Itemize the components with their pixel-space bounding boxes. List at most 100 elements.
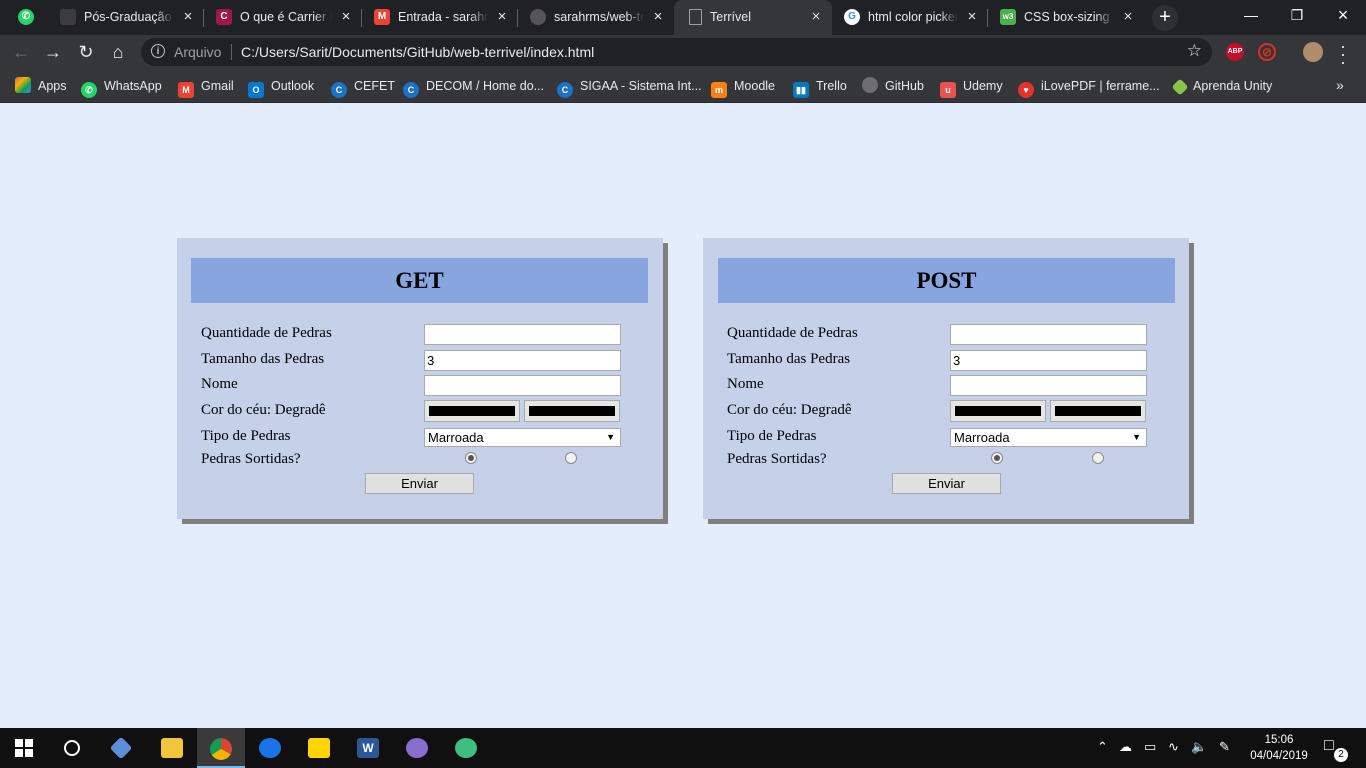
atom-icon[interactable] [442, 728, 490, 768]
blocked-icon[interactable]: ⊘ [1258, 43, 1276, 61]
onedrive-icon[interactable]: ☁ [1119, 739, 1132, 755]
bookmark-label: SIGAA - Sistema Int... [580, 79, 702, 93]
name-input[interactable] [424, 375, 621, 396]
size-input[interactable]: 3 [950, 350, 1147, 371]
whatsapp-icon: ✆ [81, 82, 97, 98]
sky-color-start-picker[interactable] [424, 400, 520, 422]
github-desktop-icon[interactable] [393, 728, 441, 768]
bookmark-star-icon[interactable]: ☆ [1187, 41, 1202, 61]
quantity-input[interactable] [424, 324, 621, 345]
submit-button[interactable]: Enviar [892, 473, 1001, 494]
assorted-no-radio[interactable] [1092, 452, 1104, 464]
sticky-notes-icon[interactable] [295, 728, 343, 768]
sky-color-end-picker[interactable] [1050, 400, 1146, 422]
close-tab-icon[interactable]: × [1120, 9, 1136, 25]
word-icon[interactable]: W [344, 728, 392, 768]
close-tab-icon[interactable]: × [338, 9, 354, 25]
w3schools-icon: w3 [1000, 9, 1016, 25]
sky-color-end-picker[interactable] [524, 400, 620, 422]
forward-arrow-icon[interactable]: → [41, 40, 65, 64]
menu-dots-icon[interactable]: · · · [1336, 37, 1350, 71]
atom-glyph [455, 738, 477, 758]
stone-type-select[interactable]: Marroada ▼ [950, 428, 1147, 447]
notifications-icon[interactable]: □ [1324, 737, 1334, 755]
close-window-button[interactable]: × [1320, 0, 1366, 32]
system-clock[interactable]: 15:06 04/04/2019 [1246, 732, 1312, 764]
file-explorer-icon[interactable] [148, 728, 196, 768]
assorted-yes-radio[interactable] [991, 452, 1003, 464]
back-arrow-icon[interactable]: ← [9, 40, 33, 64]
bookmark-gmail[interactable]: M Gmail [178, 77, 234, 98]
bookmark-github[interactable]: GitHub [862, 77, 924, 95]
bookmarks-overflow-icon[interactable]: » [1336, 77, 1344, 93]
decom-icon: C [403, 82, 419, 98]
whatsapp-icon: ✆ [18, 9, 34, 25]
adblock-plus-icon[interactable]: ABP [1226, 43, 1244, 61]
submit-button[interactable]: Enviar [365, 473, 474, 494]
bookmark-moodle[interactable]: m Moodle [711, 77, 775, 98]
avatar[interactable] [1303, 42, 1323, 62]
clock-date: 04/04/2019 [1250, 750, 1308, 762]
size-input[interactable]: 3 [424, 350, 621, 371]
bookmark-apps[interactable]: Apps [15, 77, 67, 95]
bookmark-decom[interactable]: C DECOM / Home do... [403, 77, 544, 98]
url-text[interactable]: C:/Users/Sarit/Documents/GitHub/web-terr… [241, 44, 594, 60]
bookmark-unity[interactable]: Aprenda Unity [1171, 77, 1272, 96]
tab-4[interactable]: sarahrms/web-ter × [518, 0, 674, 35]
url-scheme-label: Arquivo [174, 44, 222, 60]
info-icon[interactable]: i [151, 44, 165, 58]
restore-button[interactable]: ❐ [1274, 0, 1320, 32]
windows-start-icon[interactable] [0, 728, 48, 768]
sticky-glyph [308, 738, 330, 758]
gmail-icon: M [178, 82, 194, 98]
close-tab-icon[interactable]: × [180, 9, 196, 25]
new-tab-button[interactable]: + [1152, 5, 1178, 31]
stone-type-select[interactable]: Marroada ▼ [424, 428, 621, 447]
assorted-no-radio[interactable] [565, 452, 577, 464]
chrome-icon[interactable] [197, 728, 245, 768]
bookmark-outlook[interactable]: O Outlook [248, 77, 314, 98]
stone-type-value: Marroada [428, 430, 484, 445]
wifi-icon[interactable]: ∿ [1168, 739, 1179, 755]
battery-icon[interactable]: ▭ [1144, 739, 1156, 755]
bookmark-sigaa[interactable]: C SIGAA - Sistema Int... [557, 77, 702, 98]
assorted-yes-radio[interactable] [465, 452, 477, 464]
close-tab-icon[interactable]: × [494, 9, 510, 25]
tab-title: Pós-Graduação La [84, 10, 174, 24]
windows-taskbar: W ⌃ ☁ ▭ ∿ 🔈 ✎ 15:06 04/04/2019 □ 2 [0, 728, 1366, 768]
bookmark-trello[interactable]: ▮▮ Trello [793, 77, 847, 98]
cefet-icon: C [331, 82, 347, 98]
tab-6[interactable]: G html color picker × [832, 0, 988, 35]
virtualbox-icon[interactable] [97, 728, 145, 768]
close-tab-icon[interactable]: × [808, 9, 824, 25]
close-tab-icon[interactable]: × [964, 9, 980, 25]
tab-terrivel-active[interactable]: Terrível × [674, 0, 832, 35]
virtualbox-glyph [109, 736, 133, 760]
sky-color-start-picker[interactable] [950, 400, 1046, 422]
minimize-button[interactable]: — [1228, 0, 1274, 32]
cortana-circle-icon[interactable] [48, 728, 96, 768]
name-input[interactable] [950, 375, 1147, 396]
address-bar[interactable]: i Arquivo C:/Users/Sarit/Documents/GitHu… [141, 38, 1212, 66]
home-icon[interactable]: ⌂ [106, 40, 130, 64]
close-tab-icon[interactable]: × [650, 9, 666, 25]
reload-icon[interactable]: ↻ [74, 40, 98, 64]
tab-1[interactable]: Pós-Graduação La × [48, 0, 204, 35]
tab-title: O que é Carrier Et [240, 10, 332, 24]
volume-icon[interactable]: 🔈 [1191, 739, 1207, 755]
tray-chevron-icon[interactable]: ⌃ [1097, 739, 1108, 755]
outlook-icon: O [248, 82, 264, 98]
bookmark-ilovepdf[interactable]: ♥ iLovePDF | ferrame... [1018, 77, 1160, 98]
maps-pin-icon[interactable] [246, 728, 294, 768]
pen-icon[interactable]: ✎ [1219, 739, 1230, 755]
tab-7[interactable]: w3 CSS box-sizing pr × [988, 0, 1144, 35]
tab-3[interactable]: M Entrada - sarahro × [362, 0, 518, 35]
tab-whatsapp[interactable]: ✆ [0, 0, 48, 35]
tab-2[interactable]: C O que é Carrier Et × [204, 0, 362, 35]
bookmark-cefet[interactable]: C CEFET [331, 77, 395, 98]
quantity-label: Quantidade de Pedras [727, 325, 858, 341]
bookmark-label: Udemy [963, 79, 1003, 93]
bookmark-whatsapp[interactable]: ✆ WhatsApp [81, 77, 162, 98]
bookmark-udemy[interactable]: u Udemy [940, 77, 1003, 98]
quantity-input[interactable] [950, 324, 1147, 345]
